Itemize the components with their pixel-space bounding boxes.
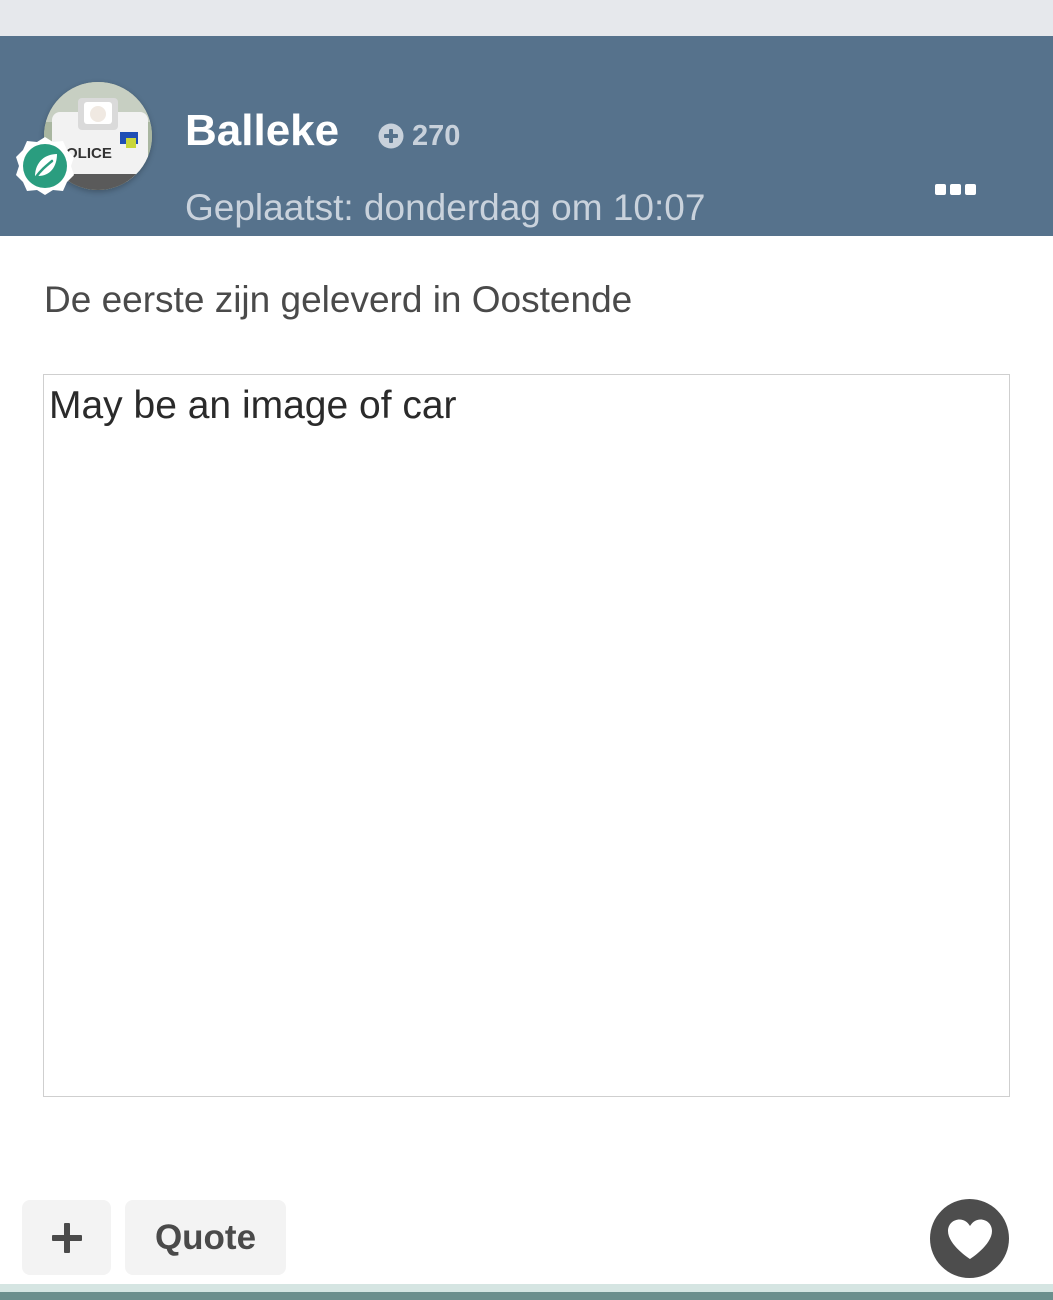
image-alt-text: May be an image of car [49, 384, 457, 427]
plus-circle-icon [378, 123, 404, 149]
bottom-divider-accent [0, 1292, 1053, 1300]
reputation: 270 [378, 120, 460, 152]
more-options-button[interactable] [926, 174, 984, 204]
username[interactable]: Balleke [185, 106, 339, 156]
ellipsis-icon [934, 183, 946, 195]
quote-button[interactable]: Quote [125, 1200, 286, 1275]
ellipsis-icon-dot [949, 183, 961, 195]
rank-badge [14, 135, 76, 197]
bottom-divider [0, 1284, 1053, 1300]
ellipsis-icon-dot [964, 183, 976, 195]
leaf-badge-icon [16, 137, 74, 195]
multiquote-button[interactable] [22, 1200, 111, 1275]
post-timestamp[interactable]: Geplaatst: donderdag om 10:07 [185, 186, 705, 230]
like-button[interactable] [930, 1199, 1009, 1278]
heart-icon [947, 1219, 992, 1259]
post-image[interactable]: May be an image of car [43, 374, 1010, 1097]
reputation-count: 270 [412, 119, 461, 152]
post-header: POLICE Balleke 270 Geplaatst: donderdag … [0, 36, 1053, 236]
plus-icon [51, 1222, 82, 1253]
post-body-text: De eerste zijn geleverd in Oostende [44, 279, 633, 320]
top-strip [0, 0, 1053, 36]
